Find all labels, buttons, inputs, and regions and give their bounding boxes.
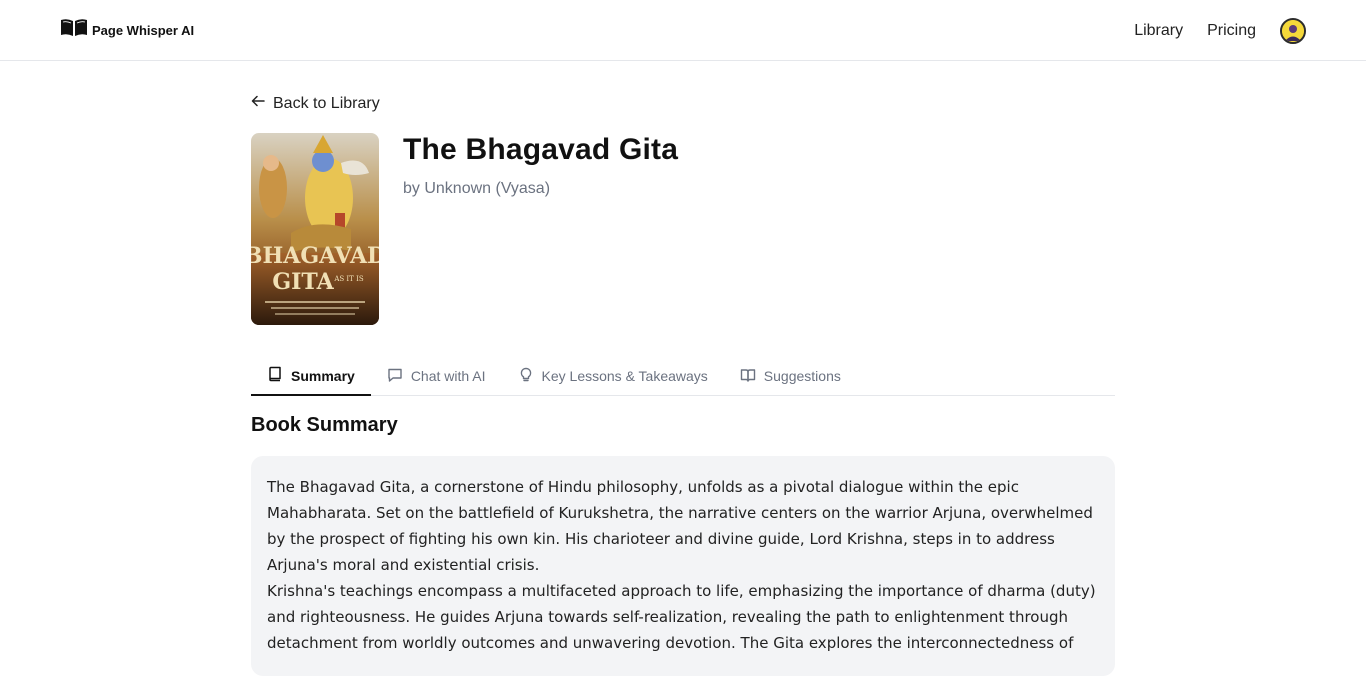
book-cover-image: BHAGAVAD GITA AS IT IS xyxy=(251,133,379,325)
tab-key-lessons-label: Key Lessons & Takeaways xyxy=(541,368,708,384)
tab-summary-label: Summary xyxy=(291,367,355,384)
open-book-icon xyxy=(740,367,756,386)
tab-chat-with-ai[interactable]: Chat with AI xyxy=(371,357,502,395)
book-author: by Unknown (Vyasa) xyxy=(403,180,551,197)
back-to-library-link[interactable]: Back to Library xyxy=(251,94,380,113)
back-label: Back to Library xyxy=(273,94,380,112)
tab-suggestions-label: Suggestions xyxy=(763,368,841,384)
open-book-logo-icon xyxy=(60,18,88,43)
summary-paragraph: The Bhagavad Gita, a cornerstone of Hind… xyxy=(267,478,1093,574)
tab-suggestions[interactable]: Suggestions xyxy=(724,357,857,395)
summary-heading: Book Summary xyxy=(251,414,398,436)
tab-chat-label: Chat with AI xyxy=(410,368,486,384)
lightbulb-icon xyxy=(518,367,534,386)
user-avatar-icon xyxy=(1282,20,1304,42)
nav-pricing-link[interactable]: Pricing xyxy=(1207,22,1256,40)
tab-key-lessons[interactable]: Key Lessons & Takeaways xyxy=(502,357,724,395)
brand-logo[interactable]: Page Whisper AI xyxy=(60,18,195,43)
summary-content: The Bhagavad Gita, a cornerstone of Hind… xyxy=(251,456,1115,676)
nav-library-link[interactable]: Library xyxy=(1134,22,1183,40)
cover-title-line2: GITA xyxy=(272,269,334,295)
main-nav: Library Pricing xyxy=(1134,16,1306,46)
chat-icon xyxy=(387,367,403,386)
book-title: The Bhagavad Gita xyxy=(403,133,679,166)
user-avatar[interactable] xyxy=(1280,18,1306,44)
brand-name: Page Whisper AI xyxy=(92,22,195,38)
book-tabs: Summary Chat with AI Key Lessons & Takea… xyxy=(251,357,1115,396)
summary-paragraph: Krishna's teachings encompass a multifac… xyxy=(267,582,1096,652)
tab-summary[interactable]: Summary xyxy=(251,357,371,396)
top-navigation-bar: Page Whisper AI Library Pricing xyxy=(0,0,1366,61)
book-icon xyxy=(267,366,283,385)
cover-subtitle: AS IT IS xyxy=(333,275,364,283)
arrow-left-icon xyxy=(251,94,265,113)
cover-title-line1: BHAGAVAD xyxy=(251,243,379,269)
